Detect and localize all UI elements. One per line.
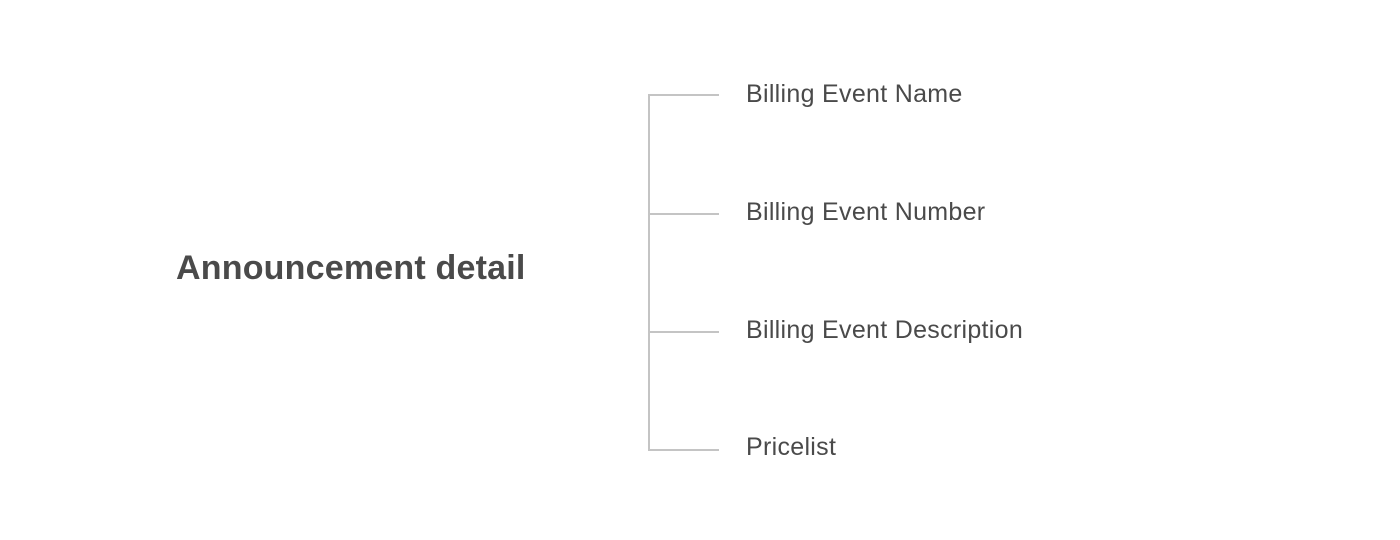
child-node-billing-event-description: Billing Event Description (746, 316, 1024, 344)
child-node-pricelist: Pricelist (746, 433, 837, 461)
tree-connectors (648, 94, 719, 451)
child-node-billing-event-number: Billing Event Number (746, 198, 986, 226)
child-node-billing-event-name: Billing Event Name (746, 80, 963, 108)
